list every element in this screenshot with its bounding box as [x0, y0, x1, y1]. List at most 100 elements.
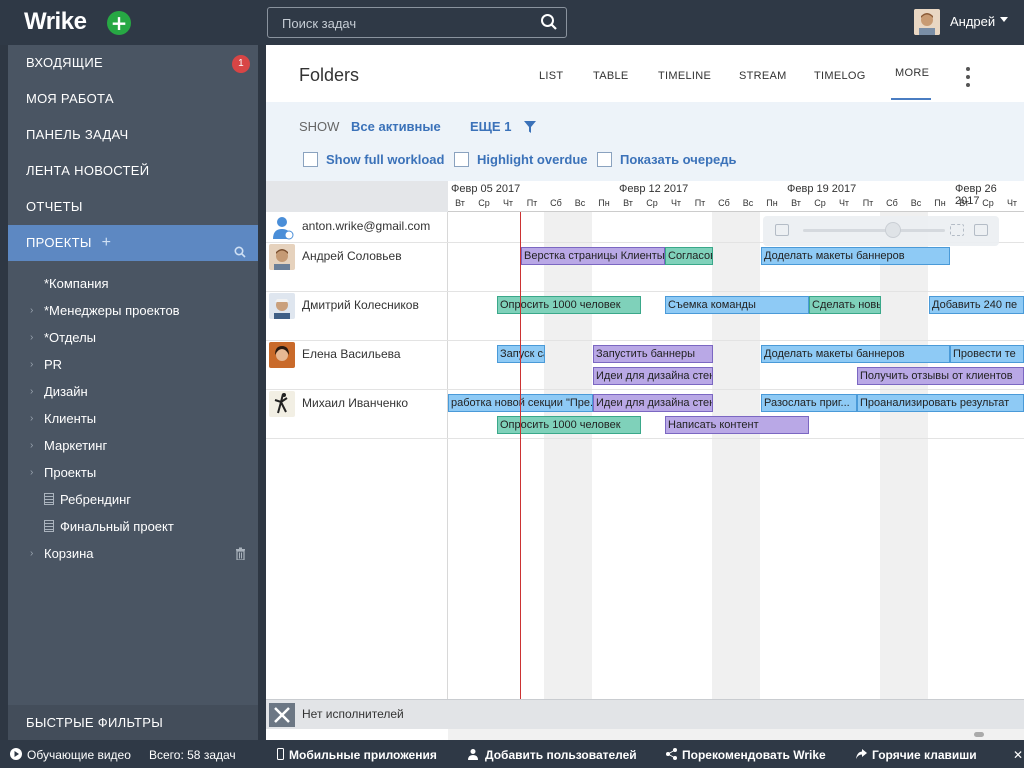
quick-filters[interactable]: БЫСТРЫЕ ФИЛЬТРЫ	[8, 705, 258, 740]
tutorial-video-link[interactable]: Обучающие видео	[10, 748, 131, 763]
highlight-overdue-checkbox[interactable]: Highlight overdue	[454, 151, 588, 169]
task-bar[interactable]: Написать контент	[665, 416, 809, 434]
tab-more[interactable]: MORE	[895, 67, 929, 79]
tab-list[interactable]: LIST	[539, 70, 563, 82]
person-name[interactable]: anton.wrike@gmail.com	[302, 219, 430, 233]
tree-item-trash[interactable]: Корзина	[44, 543, 94, 565]
person-name[interactable]: Михаил Иванченко	[302, 396, 408, 410]
task-bar[interactable]: Сделать новые изоб...	[809, 296, 881, 314]
checkbox-box[interactable]	[303, 152, 318, 167]
task-bar[interactable]: Доделать макеты баннеров	[761, 345, 950, 363]
task-bar[interactable]: Проанализировать результат	[857, 394, 1024, 412]
task-bar[interactable]: Съемка команды	[665, 296, 809, 314]
tree-item-design[interactable]: Дизайн	[44, 381, 88, 403]
trash-icon[interactable]	[235, 547, 246, 565]
nav-stream[interactable]: ЛЕНТА НОВОСТЕЙ	[8, 153, 258, 189]
zoom-slider[interactable]	[803, 229, 945, 232]
recommend-link[interactable]: Порекомендовать Wrike	[666, 748, 826, 763]
tree-item-clients[interactable]: Клиенты	[44, 408, 96, 430]
person-name[interactable]: Дмитрий Колесников	[302, 298, 419, 312]
scrollbar-thumb[interactable]	[974, 732, 984, 737]
full-workload-checkbox[interactable]: Show full workload	[303, 151, 444, 169]
task-bar[interactable]: Согласовать ма...	[665, 247, 713, 265]
task-bar[interactable]: Разослать приг...	[761, 394, 857, 412]
add-button[interactable]: +	[107, 11, 131, 35]
more-filters-link[interactable]: ЕЩЕ 1	[470, 119, 511, 134]
expand-arrow-icon[interactable]: ›	[30, 354, 33, 376]
add-project-icon[interactable]: +	[102, 225, 112, 261]
person-name[interactable]: Андрей Соловьев	[302, 249, 402, 263]
search-input[interactable]	[282, 14, 532, 32]
fullscreen-icon[interactable]	[974, 224, 988, 236]
fit-timeline-icon[interactable]	[775, 224, 789, 236]
search-box[interactable]	[267, 7, 567, 38]
phone-icon	[277, 748, 284, 763]
tree-item-departments[interactable]: *Отделы	[44, 327, 96, 349]
task-bar[interactable]: Запуск сайта	[497, 345, 545, 363]
expand-arrow-icon[interactable]: ›	[30, 435, 33, 457]
project-search-icon[interactable]	[234, 236, 246, 272]
task-bar[interactable]: Опросить 1000 человек	[497, 416, 641, 434]
expand-arrow-icon[interactable]: ›	[30, 543, 33, 565]
inbox-badge: 1	[232, 55, 250, 73]
tab-timelog[interactable]: TIMELOG	[814, 70, 866, 82]
expand-arrow-icon[interactable]: ›	[30, 300, 33, 322]
nav-reports[interactable]: ОТЧЕТЫ	[8, 189, 258, 225]
add-users-link[interactable]: Добавить пользователей	[468, 748, 637, 763]
tree-item-final-project[interactable]: Финальный проект	[44, 516, 174, 538]
tree-item-managers[interactable]: *Менеджеры проектов	[44, 300, 180, 322]
checkbox-box[interactable]	[454, 152, 469, 167]
user-menu-caret-icon[interactable]	[1000, 17, 1008, 22]
search-icon[interactable]	[540, 13, 558, 36]
tab-stream[interactable]: STREAM	[739, 70, 787, 82]
footer-close-icon[interactable]: ✕	[1013, 748, 1023, 762]
task-bar[interactable]: Провести те	[950, 345, 1024, 363]
nav-dashboard[interactable]: ПАНЕЛЬ ЗАДАЧ	[8, 117, 258, 153]
expand-arrow-icon[interactable]: ›	[30, 327, 33, 349]
expand-arrow-icon[interactable]: ›	[30, 462, 33, 484]
row-divider	[266, 438, 1024, 439]
person-name[interactable]: Елена Васильева	[302, 347, 401, 361]
nav-projects[interactable]: ПРОЕКТЫ +	[8, 225, 258, 261]
task-bar[interactable]: Идеи для дизайна стенда	[593, 367, 713, 385]
task-bar[interactable]: Доделать макеты баннеров	[761, 247, 950, 265]
show-filter-dropdown[interactable]: Все активные	[351, 119, 441, 134]
task-bar[interactable]: Получить отзывы от клиентов	[857, 367, 1024, 385]
zoom-control[interactable]	[763, 216, 999, 246]
select-area-icon[interactable]	[950, 224, 964, 236]
weekend-column	[880, 212, 904, 699]
task-bar[interactable]: Идеи для дизайна стенда	[593, 394, 713, 412]
tree-item-projects[interactable]: Проекты	[44, 462, 96, 484]
task-bar[interactable]: Верстка страницы Клиенты	[521, 247, 665, 265]
horizontal-scrollbar[interactable]	[448, 729, 1024, 740]
task-bar[interactable]: Опросить 1000 человек	[497, 296, 641, 314]
task-bar[interactable]: Запустить баннеры	[593, 345, 713, 363]
wrike-logo[interactable]: Wrike	[24, 8, 87, 36]
kebab-menu-icon[interactable]	[966, 67, 970, 91]
nav-inbox[interactable]: ВХОДЯЩИЕ 1	[8, 45, 258, 81]
tab-table[interactable]: TABLE	[593, 70, 629, 82]
task-bar[interactable]: Добавить 240 пе	[929, 296, 1024, 314]
tree-item-pr[interactable]: PR	[44, 354, 62, 376]
tree-item-rebranding[interactable]: Ребрендинг	[44, 489, 131, 511]
show-queue-checkbox[interactable]: Показать очередь	[597, 151, 736, 169]
expand-arrow-icon[interactable]: ›	[30, 408, 33, 430]
tab-timeline[interactable]: TIMELINE	[658, 70, 711, 82]
nav-reports-label: ОТЧЕТЫ	[26, 199, 83, 214]
tree-item-final-label: Финальный проект	[60, 519, 174, 534]
hotkeys-link[interactable]: Горячие клавиши	[856, 748, 977, 763]
week-label: Февр 12 2017	[619, 183, 689, 195]
filter-funnel-icon[interactable]	[524, 120, 536, 138]
user-avatar[interactable]	[914, 9, 940, 35]
unassigned-row[interactable]: Нет исполнителей	[266, 699, 1024, 729]
checkbox-box[interactable]	[597, 152, 612, 167]
close-icon[interactable]	[269, 703, 295, 727]
expand-arrow-icon[interactable]: ›	[30, 381, 33, 403]
user-name[interactable]: Андрей	[950, 14, 995, 29]
nav-my-work[interactable]: МОЯ РАБОТА	[8, 81, 258, 117]
tree-item-marketing[interactable]: Маркетинг	[44, 435, 107, 457]
zoom-slider-handle[interactable]	[885, 222, 901, 238]
tree-item-company[interactable]: *Компания	[44, 273, 109, 295]
mobile-apps-link[interactable]: Мобильные приложения	[277, 748, 437, 763]
gantt-corner	[266, 181, 448, 212]
